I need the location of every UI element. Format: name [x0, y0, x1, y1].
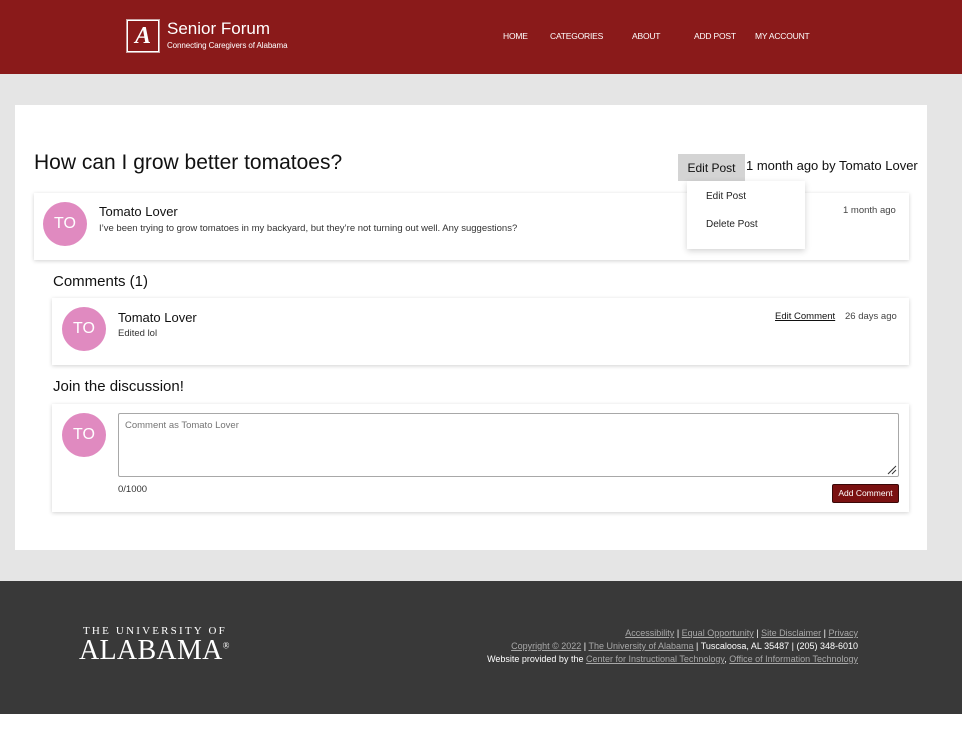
footer-address: Tuscaloosa, AL 35487 | (205) 348-6010 — [700, 641, 858, 651]
post-body: I’ve been trying to grow tomatoes in my … — [99, 223, 518, 234]
site-title[interactable]: Senior Forum — [167, 19, 270, 39]
nav-my-account[interactable]: MY ACCOUNT — [755, 31, 810, 41]
comment-time: 26 days ago — [845, 311, 897, 322]
avatar: TO — [43, 202, 87, 246]
link-copyright[interactable]: Copyright © 2022 — [511, 641, 581, 651]
link-privacy[interactable]: Privacy — [828, 628, 858, 638]
post-meta: 1 month ago by Tomato Lover — [746, 158, 918, 173]
comments-heading: Comments (1) — [53, 273, 149, 290]
link-accessibility[interactable]: Accessibility — [625, 628, 674, 638]
edit-post-button[interactable]: Edit Post — [678, 154, 745, 181]
menu-item-delete-post[interactable]: Delete Post — [706, 219, 758, 230]
link-cit[interactable]: Center for Instructional Technology — [586, 654, 724, 664]
registered-mark: ® — [222, 640, 230, 651]
separator: | — [696, 641, 699, 651]
comment-input[interactable] — [118, 413, 899, 477]
footer-links-row: Accessibility | Equal Opportunity | Site… — [625, 628, 858, 638]
resize-grip-icon[interactable] — [885, 463, 897, 475]
comma: , — [724, 654, 727, 664]
nav-about[interactable]: ABOUT — [632, 31, 660, 41]
footer-provided-row: Website provided by the Center for Instr… — [487, 654, 858, 664]
post-time: 1 month ago — [843, 205, 896, 216]
user-avatar: TO — [62, 413, 106, 457]
post-author: Tomato Lover — [99, 204, 178, 219]
post-actions-menu: Edit Post Delete Post — [687, 181, 805, 249]
site-tagline: Connecting Caregivers of Alabama — [167, 41, 288, 50]
discussion-heading: Join the discussion! — [53, 378, 184, 395]
footer-brand-main: ALABAMA — [79, 635, 223, 666]
alabama-logo[interactable]: A — [126, 19, 160, 53]
comment-avatar: TO — [62, 307, 106, 351]
site-header: A Senior Forum Connecting Caregivers of … — [0, 0, 962, 74]
edit-comment-link[interactable]: Edit Comment — [775, 311, 835, 322]
footer-copyright-row: Copyright © 2022 | The University of Ala… — [511, 641, 858, 651]
link-equal-opportunity[interactable]: Equal Opportunity — [682, 628, 754, 638]
separator: | — [583, 641, 587, 651]
menu-item-edit-post[interactable]: Edit Post — [706, 191, 746, 202]
comment-text: Edited lol — [118, 328, 158, 339]
add-comment-button[interactable]: Add Comment — [832, 484, 899, 503]
logo-a-icon: A — [134, 22, 151, 49]
link-oit[interactable]: Office of Information Technology — [729, 654, 858, 664]
link-university[interactable]: The University of Alabama — [588, 641, 693, 651]
character-counter: 0/1000 — [118, 484, 148, 495]
nav-add-post[interactable]: ADD POST — [694, 31, 736, 41]
link-site-disclaimer[interactable]: Site Disclaimer — [761, 628, 821, 638]
separator: | — [756, 628, 759, 638]
footer-brand-wordmark[interactable]: ALABAMA® — [79, 635, 230, 667]
page: A Senior Forum Connecting Caregivers of … — [0, 0, 962, 745]
post-title: How can I grow better tomatoes? — [34, 151, 343, 174]
separator: | — [676, 628, 680, 638]
comment-author: Tomato Lover — [118, 310, 197, 325]
footer-provided-by: Website provided by the — [487, 654, 584, 664]
comment-panel — [52, 298, 909, 365]
nav-home[interactable]: HOME — [503, 31, 528, 41]
nav-categories[interactable]: CATEGORIES — [550, 31, 603, 41]
separator: | — [823, 628, 826, 638]
